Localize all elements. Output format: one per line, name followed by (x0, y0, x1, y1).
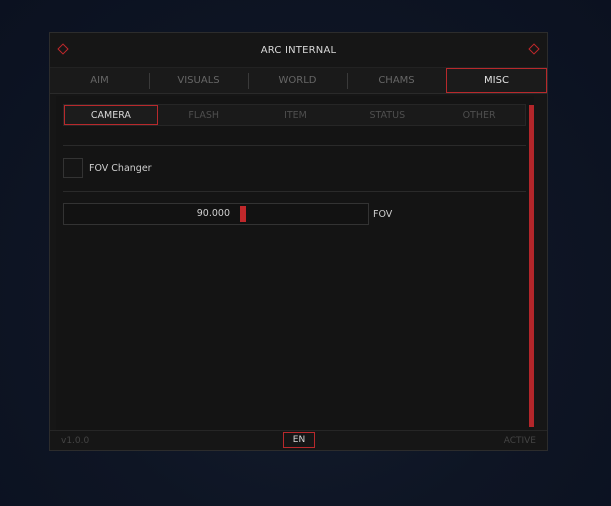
subtab-other[interactable]: OTHER (433, 105, 525, 125)
main-window: ARC INTERNAL AIM VISUALS WORLD CHAMS MIS… (49, 32, 548, 451)
fov-changer-checkbox[interactable] (63, 158, 83, 178)
fov-slider-value: 90.000 (196, 208, 230, 219)
window-title: ARC INTERNAL (260, 44, 337, 56)
title-bar[interactable]: ARC INTERNAL (50, 33, 547, 67)
content-panel: CAMERA FLASH ITEM STATUS OTHER FOV Chang… (56, 96, 534, 430)
fov-slider[interactable]: 90.000 (63, 203, 369, 225)
fov-changer-row: FOV Changer (63, 157, 152, 179)
fov-changer-label: FOV Changer (89, 162, 152, 174)
section-divider (63, 145, 526, 146)
sub-tabs: CAMERA FLASH ITEM STATUS OTHER (63, 104, 526, 126)
section-divider (63, 191, 526, 192)
scrollbar[interactable] (529, 105, 534, 427)
fov-slider-row: 90.000 FOV (63, 203, 392, 225)
fov-slider-label: FOV (373, 208, 393, 220)
diamond-icon (528, 43, 540, 55)
subtab-status[interactable]: STATUS (341, 105, 433, 125)
tab-world[interactable]: WORLD (248, 68, 347, 93)
tab-aim[interactable]: AIM (50, 68, 149, 93)
footer: v1.0.0 EN ACTIVE (50, 430, 547, 450)
tab-misc[interactable]: MISC (446, 68, 547, 93)
version-label: v1.0.0 (61, 435, 90, 446)
tab-visuals[interactable]: VISUALS (149, 68, 248, 93)
subtab-camera[interactable]: CAMERA (64, 105, 158, 125)
fov-slider-thumb[interactable] (240, 206, 246, 222)
tab-chams[interactable]: CHAMS (347, 68, 446, 93)
main-tabs: AIM VISUALS WORLD CHAMS MISC (50, 67, 547, 94)
language-button[interactable]: EN (283, 432, 315, 448)
subtab-flash[interactable]: FLASH (158, 105, 250, 125)
status-label: ACTIVE (503, 435, 536, 446)
subtab-item[interactable]: ITEM (250, 105, 342, 125)
diamond-icon (57, 43, 69, 55)
